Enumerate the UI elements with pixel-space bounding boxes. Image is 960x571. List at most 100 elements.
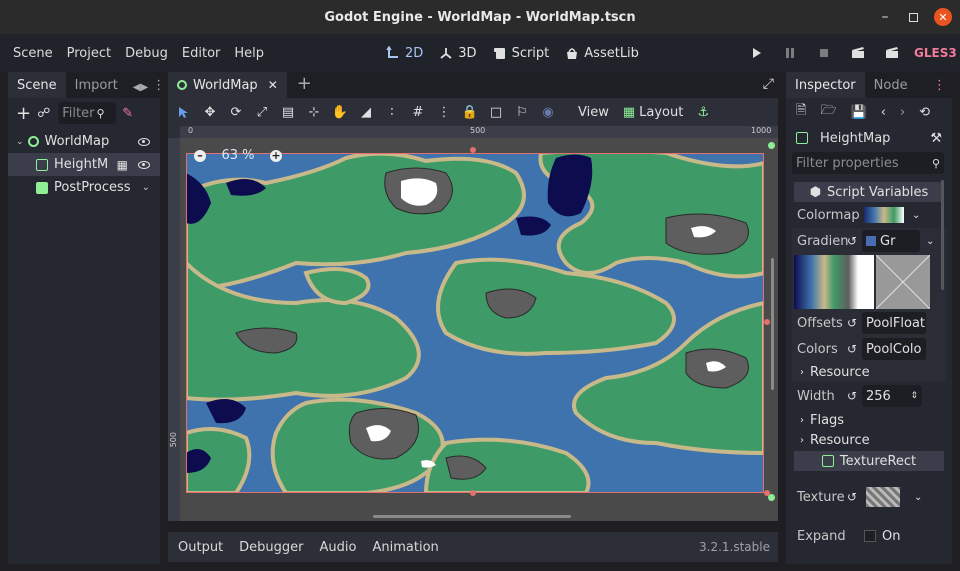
scene-filter-input[interactable]: Filter ⚲: [58, 102, 117, 124]
stop-button[interactable]: [812, 41, 836, 65]
checkbox-icon[interactable]: [864, 530, 876, 542]
visibility-eye-icon[interactable]: [138, 160, 150, 169]
pause-button[interactable]: [778, 41, 802, 65]
zoom-in-icon[interactable]: +: [270, 149, 282, 162]
prop-resource[interactable]: › Resource: [792, 362, 946, 382]
menu-project[interactable]: Project: [60, 46, 118, 61]
gradient-ramp[interactable]: [794, 255, 874, 309]
select-tool-button[interactable]: [172, 100, 196, 124]
script-variables-section[interactable]: ⬢ Script Variables: [794, 182, 944, 202]
maximize-button[interactable]: [900, 0, 926, 34]
bone-button[interactable]: ⚐: [510, 100, 534, 124]
dropdown-chevron-icon[interactable]: ⌄: [926, 236, 934, 247]
tab-worldmap[interactable]: WorldMap ✕: [168, 72, 287, 98]
revert-icon[interactable]: ↺: [844, 490, 860, 504]
grid-snap-button[interactable]: #: [406, 100, 430, 124]
back-arrow-icon[interactable]: ‹: [881, 105, 886, 120]
tab-scene[interactable]: Scene: [8, 72, 66, 98]
resize-handle[interactable]: [470, 490, 476, 496]
tab-output[interactable]: Output: [170, 540, 231, 555]
scale-tool-button[interactable]: ⤢: [250, 100, 274, 124]
tab-inspector[interactable]: Inspector: [786, 72, 865, 98]
layout-menu[interactable]: ▦ Layout: [617, 105, 690, 120]
add-node-icon[interactable]: +: [16, 103, 31, 124]
inspector-scrollbar[interactable]: [941, 180, 944, 290]
pivot-tool-button[interactable]: ⊹: [302, 100, 326, 124]
gradient-texture-icon[interactable]: [864, 207, 904, 223]
menu-scene[interactable]: Scene: [6, 46, 60, 61]
anchor-button[interactable]: ⚓: [691, 100, 715, 124]
anchor-handle[interactable]: [768, 494, 775, 501]
rotate-tool-button[interactable]: ⟳: [224, 100, 248, 124]
move-tool-button[interactable]: ✥: [198, 100, 222, 124]
menu-editor[interactable]: Editor: [175, 46, 227, 61]
canvas-viewport[interactable]: 0 500 1000 500 – 63 % +: [168, 126, 778, 521]
dock-arrows-icon[interactable]: ◀▶: [133, 82, 148, 93]
script-icon[interactable]: ▦: [117, 158, 128, 172]
resize-handle[interactable]: [764, 319, 770, 325]
tab-animation[interactable]: Animation: [364, 540, 446, 555]
horizontal-scrollbar[interactable]: [373, 515, 571, 518]
mode-assetlib-button[interactable]: AssetLib: [557, 46, 647, 61]
resize-handle[interactable]: [470, 147, 476, 153]
lock-button[interactable]: 🔒: [458, 100, 482, 124]
dock-menu-icon[interactable]: ⋮: [152, 78, 165, 93]
open-folder-icon[interactable]: 🗁: [820, 101, 836, 123]
texture-rect-section[interactable]: TextureRect: [794, 451, 944, 471]
prop-resource-2[interactable]: › Resource: [792, 430, 946, 450]
distraction-free-icon[interactable]: ⤢: [763, 76, 774, 92]
list-select-button[interactable]: ▤: [276, 100, 300, 124]
width-spinbox[interactable]: 256 ⇕: [862, 385, 922, 407]
tab-debugger[interactable]: Debugger: [231, 540, 311, 555]
revert-icon[interactable]: ↺: [844, 234, 860, 248]
dropdown-chevron-icon[interactable]: ⌄: [914, 492, 922, 503]
vertical-scrollbar[interactable]: [771, 258, 774, 390]
add-tab-icon[interactable]: +: [297, 73, 312, 94]
snap-button[interactable]: ∶: [380, 100, 404, 124]
zoom-out-icon[interactable]: –: [194, 149, 206, 162]
group-button[interactable]: □: [484, 100, 508, 124]
noise-texture-icon[interactable]: [866, 487, 900, 507]
play-button[interactable]: [744, 41, 768, 65]
save-icon[interactable]: 💾: [851, 105, 867, 120]
pan-tool-button[interactable]: ✋: [328, 100, 352, 124]
mode-3d-button[interactable]: 3D: [431, 46, 484, 61]
dropdown-chevron-icon[interactable]: ⌄: [912, 210, 920, 221]
anchor-handle[interactable]: [768, 142, 775, 149]
zoom-level[interactable]: 63 %: [216, 148, 260, 163]
colors-field[interactable]: PoolColo: [862, 338, 926, 360]
camera-override-button[interactable]: ◉: [536, 100, 560, 124]
minimize-button[interactable]: –: [872, 0, 898, 34]
gradient-field[interactable]: Gr: [862, 230, 920, 252]
tree-item-postprocess[interactable]: PostProcess ⌄: [8, 176, 160, 199]
script-attach-icon[interactable]: ✎: [122, 106, 133, 121]
tab-audio[interactable]: Audio: [312, 540, 365, 555]
snap-options-button[interactable]: ⋮: [432, 100, 456, 124]
prop-flags[interactable]: › Flags: [792, 410, 946, 430]
collapse-arrow-icon[interactable]: ⌄: [16, 137, 24, 147]
renderer-select[interactable]: GLES3: [914, 46, 957, 60]
mode-script-button[interactable]: Script: [485, 46, 558, 61]
link-icon[interactable]: ☍: [37, 106, 50, 121]
tab-import[interactable]: Import: [66, 72, 127, 98]
forward-arrow-icon[interactable]: ›: [900, 105, 905, 120]
offsets-field[interactable]: PoolFloat: [862, 312, 926, 334]
close-tab-icon[interactable]: ✕: [268, 78, 278, 92]
tree-item-heightmap[interactable]: HeightM ▦: [8, 153, 160, 176]
revert-icon[interactable]: ↺: [844, 389, 860, 403]
hidden-eye-icon[interactable]: ⌄: [142, 182, 150, 193]
filter-properties-input[interactable]: Filter properties ⚲: [792, 152, 944, 174]
history-icon[interactable]: ⟲: [919, 105, 930, 120]
play-scene-button[interactable]: [846, 41, 870, 65]
menu-debug[interactable]: Debug: [118, 46, 175, 61]
tools-icon[interactable]: ⚒: [930, 131, 942, 146]
tree-item-worldmap[interactable]: ⌄ WorldMap: [8, 130, 160, 153]
play-custom-button[interactable]: [880, 41, 904, 65]
revert-icon[interactable]: ↺: [844, 342, 860, 356]
spinner-icon[interactable]: ⇕: [910, 391, 918, 401]
dock-menu-icon[interactable]: ⋮: [933, 78, 946, 93]
visibility-eye-icon[interactable]: [138, 137, 150, 146]
revert-icon[interactable]: ↺: [844, 316, 860, 330]
mode-2d-button[interactable]: 2D: [378, 46, 431, 61]
tab-node[interactable]: Node: [865, 72, 917, 98]
